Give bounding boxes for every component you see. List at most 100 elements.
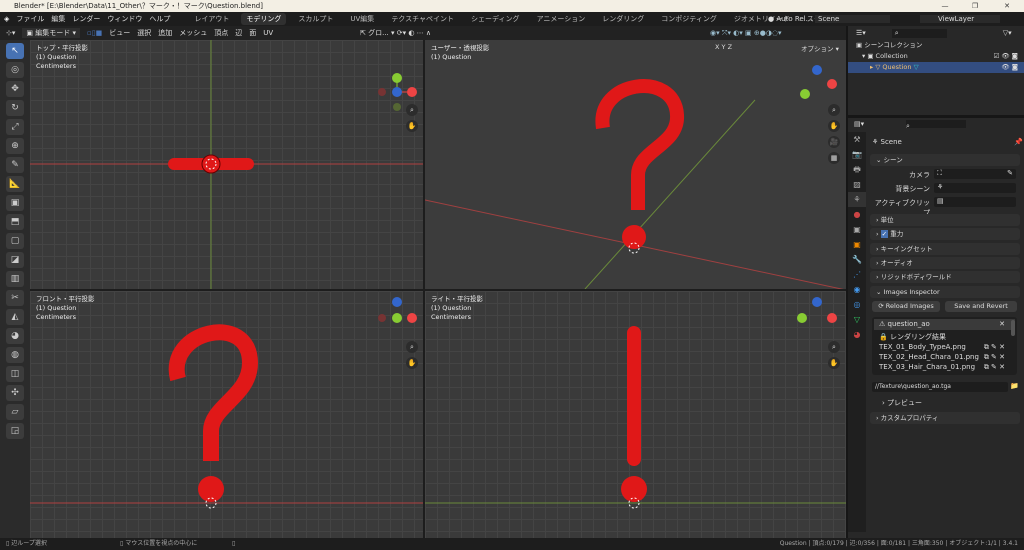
image-actions[interactable]: ⧉ ✎ ✕	[984, 362, 1005, 372]
pin-icon[interactable]: 📌	[1014, 138, 1023, 146]
particles-tab-icon[interactable]: ⋰	[848, 267, 866, 282]
auto-reload-button[interactable]: ● Auto Rel...	[768, 15, 812, 23]
cursor-tool-icon[interactable]: ◎	[6, 62, 24, 78]
scene-selector[interactable]: Scene	[815, 15, 890, 23]
background-scene-field[interactable]: ⚘	[934, 183, 1016, 193]
visibility-icons[interactable]: 👁 ◙	[1001, 62, 1018, 73]
editor-type-icon[interactable]: ⊹▾	[6, 29, 15, 37]
pan-hand-icon[interactable]: ✋	[828, 120, 840, 132]
menu-edit[interactable]: 編集	[51, 14, 65, 24]
image-actions[interactable]: ⧉ ✎ ✕	[984, 342, 1005, 352]
pan-hand-icon[interactable]: ✋	[406, 357, 418, 369]
panel-keying-sets[interactable]: › キーイングセット	[870, 243, 1020, 255]
properties-search[interactable]: ⌕	[906, 120, 966, 130]
save-and-revert-button[interactable]: Save and Revert	[945, 301, 1017, 312]
spin-tool-icon[interactable]: ◕	[6, 328, 24, 344]
mode-selector[interactable]: ▣ 編集モード ▾	[22, 28, 80, 38]
menu-render[interactable]: レンダー	[72, 14, 100, 24]
image-path-field[interactable]: //Texture\question_ao.tga	[872, 382, 1008, 392]
menu-mesh[interactable]: メッシュ	[179, 28, 207, 38]
material-tab-icon[interactable]: ◕	[848, 327, 866, 342]
image-item[interactable]: TEX_03_Hair_Chara_01.png ⧉ ✎ ✕	[872, 362, 1017, 372]
measure-tool-icon[interactable]: 📐	[6, 176, 24, 192]
tab-shading[interactable]: シェーディング	[466, 13, 525, 25]
minimize-button[interactable]: —	[930, 0, 960, 12]
menu-window[interactable]: ウィンドウ	[107, 14, 142, 24]
navigation-gizmo[interactable]	[375, 296, 419, 340]
panel-custom-properties[interactable]: › カスタムプロパティ	[870, 412, 1020, 424]
active-clip-field[interactable]: ▤	[934, 197, 1016, 207]
bevel-tool-icon[interactable]: ◪	[6, 252, 24, 268]
navigation-gizmo[interactable]	[795, 296, 839, 340]
image-list[interactable]: ⚠ question_ao ✕ 🔒 レンダリング結果 TEX_01_Body_Ty…	[872, 317, 1017, 375]
list-scrollbar[interactable]	[1011, 320, 1015, 336]
viewport-right[interactable]: ライト・平行投影 (1) Question Centimeters ⌕ ✋	[425, 291, 846, 538]
viewport-top[interactable]: トップ・平行投影 (1) Question Centimeters ⌕ ✋	[30, 40, 423, 289]
image-item[interactable]: TEX_02_Head_Chara_01.png ⧉ ✎ ✕	[872, 352, 1017, 362]
viewport-user-perspective[interactable]: ユーザー・透視投影 (1) Question X Y Z オプション ▾ ⌕ ✋ …	[425, 40, 846, 289]
loop-cut-tool-icon[interactable]: ▥	[6, 271, 24, 287]
folder-icon[interactable]: 📁	[1010, 382, 1019, 390]
transform-orientation[interactable]: ⇱ グロ... ▾ ⟳▾ ◐ ⋯ ∧	[360, 28, 431, 38]
visibility-icons[interactable]: ☑ 👁 ◙	[993, 51, 1018, 62]
remove-icon[interactable]: ✕	[999, 319, 1005, 330]
select-mode-buttons[interactable]: ▫▯■	[87, 29, 102, 37]
tab-modeling[interactable]: モデリング	[241, 13, 287, 25]
edge-slide-tool-icon[interactable]: ◫	[6, 366, 24, 382]
menu-help[interactable]: ヘルプ	[149, 14, 170, 24]
shrink-tool-icon[interactable]: ✣	[6, 385, 24, 401]
output-tab-icon[interactable]: 🖶	[848, 162, 866, 177]
blender-logo-icon[interactable]: ◈	[4, 15, 9, 23]
panel-rigid-body-world[interactable]: › リジッドボディワールド	[870, 271, 1020, 283]
navigation-gizmo[interactable]	[795, 62, 839, 106]
modifier-tab-icon[interactable]: 🔧	[848, 252, 866, 267]
knife-tool-icon[interactable]: ✂	[6, 290, 24, 306]
tab-compositing[interactable]: コンポジティング	[656, 13, 722, 25]
tool-tab-icon[interactable]: ⚒	[848, 132, 866, 147]
rotate-tool-icon[interactable]: ↻	[6, 100, 24, 116]
select-tool-icon[interactable]: ↖	[6, 43, 24, 59]
physics-tab-icon[interactable]: ◉	[848, 282, 866, 297]
zoom-icon[interactable]: ⌕	[828, 104, 840, 116]
zoom-icon[interactable]: ⌕	[828, 341, 840, 353]
menu-view[interactable]: ビュー	[109, 28, 130, 38]
render-tab-icon[interactable]: 📷	[848, 147, 866, 162]
editor-type-icon[interactable]: ▤▾	[854, 120, 864, 128]
tab-layout[interactable]: レイアウト	[189, 13, 234, 25]
maximize-button[interactable]: ❐	[960, 0, 990, 12]
object-tab-icon[interactable]: ▣	[848, 237, 866, 252]
pan-hand-icon[interactable]: ✋	[406, 120, 418, 132]
grid-toggle-icon[interactable]: ▦	[828, 152, 840, 164]
panel-audio[interactable]: › オーディオ	[870, 257, 1020, 269]
menu-vertex[interactable]: 頂点	[214, 28, 228, 38]
image-item[interactable]: 🔒 レンダリング結果	[872, 332, 1017, 342]
inset-tool-icon[interactable]: ▢	[6, 233, 24, 249]
panel-scene[interactable]: ⌄ シーン	[870, 154, 1020, 166]
move-tool-icon[interactable]: ✥	[6, 81, 24, 97]
constraints-tab-icon[interactable]: ◎	[848, 297, 866, 312]
outliner-search[interactable]: ⌕	[891, 28, 947, 38]
tab-uv-editing[interactable]: UV編集	[345, 13, 379, 25]
panel-gravity[interactable]: › ✓ 重力	[870, 228, 1020, 240]
filter-icon[interactable]: ▽▾	[1003, 29, 1012, 37]
smooth-tool-icon[interactable]: ◍	[6, 347, 24, 363]
image-item[interactable]: TEX_01_Body_TypeA.png ⧉ ✎ ✕	[872, 342, 1017, 352]
object-row-question[interactable]: ▸ ▽ Question ▽ 👁 ◙	[848, 62, 1024, 73]
tab-texture-paint[interactable]: テクスチャペイント	[386, 13, 459, 25]
viewlayer-selector[interactable]: ViewLayer	[920, 15, 1000, 23]
tab-rendering[interactable]: レンダリング	[597, 13, 649, 25]
image-actions[interactable]: ⧉ ✎ ✕	[984, 352, 1005, 362]
gravity-checkbox[interactable]: ✓	[880, 230, 889, 238]
preview-subpanel[interactable]: › プレビュー	[882, 398, 922, 408]
tab-sculpt[interactable]: スカルプト	[293, 13, 338, 25]
reload-images-button[interactable]: ⟳ Reload Images	[872, 301, 940, 312]
collection-tab-icon[interactable]: ▣	[848, 222, 866, 237]
camera-view-icon[interactable]: 🎥	[828, 136, 840, 148]
data-tab-icon[interactable]: ▽	[848, 312, 866, 327]
view-layer-tab-icon[interactable]: ▨	[848, 177, 866, 192]
transform-tool-icon[interactable]: ⊕	[6, 138, 24, 154]
shear-tool-icon[interactable]: ▱	[6, 404, 24, 420]
menu-file[interactable]: ファイル	[16, 14, 44, 24]
rip-tool-icon[interactable]: ◲	[6, 423, 24, 439]
scene-tab-icon[interactable]: ⚘	[848, 192, 866, 207]
